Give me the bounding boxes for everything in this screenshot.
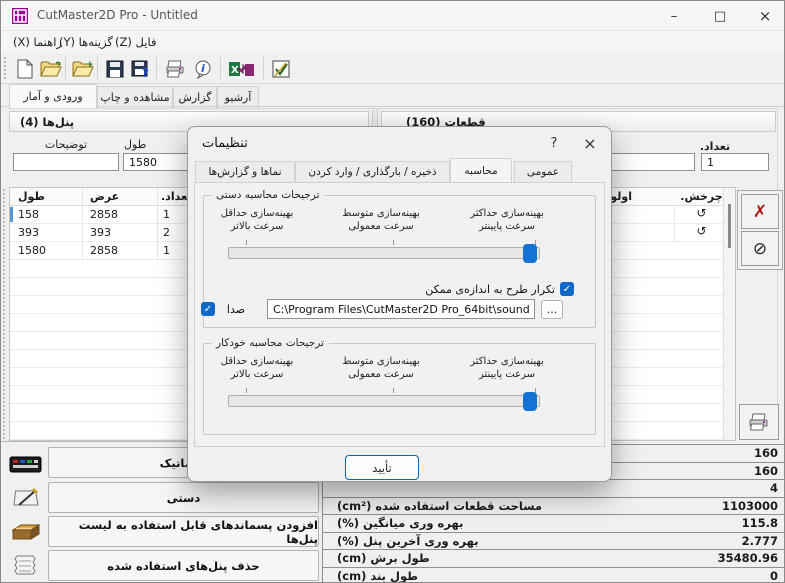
maximize-button[interactable]: □ xyxy=(699,1,741,31)
window-title: CutMaster2D Pro - Untitled xyxy=(37,8,198,22)
manual-group-title: ترجیحات محاسبه دستی xyxy=(211,189,325,201)
about-icon[interactable]: i xyxy=(191,57,215,81)
close-button[interactable]: × xyxy=(744,1,785,31)
tab-archive[interactable]: آرشیو xyxy=(217,86,259,108)
menu-file[interactable]: فایل (Z) xyxy=(109,31,162,53)
rotation-icon: ↺ xyxy=(678,224,725,238)
save-icon[interactable] xyxy=(103,57,127,81)
pieces-actions-box: ✗ ⊘ xyxy=(737,190,783,270)
tab-input-stats[interactable]: ورودی و آمار xyxy=(9,84,97,108)
pieces-scrollbar[interactable] xyxy=(723,188,735,440)
delete-pieces-button[interactable]: ✗ xyxy=(741,194,779,229)
col-rotation: چرخش. xyxy=(678,188,725,203)
print-list-button[interactable] xyxy=(739,404,779,440)
svg-text:i: i xyxy=(201,62,205,75)
dialog-title: تنظیمات xyxy=(202,136,248,151)
slider-label-mid: بهینه‌سازی متوسط سرعت معمولی xyxy=(333,207,429,233)
import-file-icon[interactable]: + xyxy=(71,57,95,81)
used-panels-icon xyxy=(7,550,45,581)
repeat-pattern-label: تکرار طرح به اندازه‌ی ممکن xyxy=(383,283,555,296)
stat-row: بهره وری آخرین پنل (%) 2.777 xyxy=(323,533,785,551)
toolbar: + ? i X xyxy=(1,53,785,84)
svg-text:?: ? xyxy=(142,66,149,79)
panels-title: پنل‌ها (4) xyxy=(10,115,74,129)
description-label: توضیحات xyxy=(13,138,119,151)
count-input[interactable] xyxy=(701,153,769,171)
slider-thumb[interactable] xyxy=(523,244,537,263)
count-label: تعداد. xyxy=(661,140,769,153)
app-icon xyxy=(12,8,28,28)
dialog-tab-save-load-import[interactable]: ذخیره / بارگذاری / وارد کردن xyxy=(295,161,450,182)
slider-label-max: بهینه‌سازی حداکثر سرعت پایینتر xyxy=(457,355,557,381)
dialog-close-button[interactable]: × xyxy=(576,131,604,155)
ok-button[interactable]: تأیید xyxy=(345,455,419,480)
slider-label-max: بهینه‌سازی حداکثر سرعت پایینتر xyxy=(457,207,557,233)
slider-thumb[interactable] xyxy=(523,392,537,411)
browse-sound-button[interactable]: ... xyxy=(541,300,563,319)
stat-row: طول برش (cm) 35480.96 xyxy=(323,550,785,568)
auto-optimization-slider[interactable] xyxy=(228,395,540,407)
col-width: عرض xyxy=(82,188,157,205)
manual-button[interactable]: دستی xyxy=(48,482,319,513)
svg-text:X: X xyxy=(231,65,239,76)
sound-path-input[interactable] xyxy=(267,299,535,319)
description-input[interactable] xyxy=(13,153,119,171)
new-document-icon[interactable] xyxy=(13,57,37,81)
length-label: طول xyxy=(124,138,146,151)
printer-icon xyxy=(748,413,770,431)
stat-row: مساحت قطعات استفاده شده (cm²) 1103000 xyxy=(323,498,785,516)
excel-export-icon[interactable]: X xyxy=(228,57,256,81)
repeat-pattern-checkbox[interactable]: ✓ xyxy=(560,282,574,296)
calculation-tab-page: ترجیحات محاسبه دستی بهینه‌سازی حداقل سرع… xyxy=(194,182,605,447)
app-window: CutMaster2D Pro - Untitled – □ × راهنما … xyxy=(0,0,785,583)
minimize-button[interactable]: – xyxy=(653,1,695,31)
save-help-icon[interactable]: ? xyxy=(129,57,153,81)
print-icon[interactable] xyxy=(163,57,187,81)
row-selection-marker xyxy=(10,207,13,222)
manual-optimization-slider[interactable] xyxy=(228,247,540,259)
scrollbar-thumb[interactable] xyxy=(728,204,731,248)
tab-report[interactable]: گزارش xyxy=(173,86,217,108)
dialog-tab-views-reports[interactable]: نماها و گزارش‌ها xyxy=(195,161,295,182)
pen-pad-icon xyxy=(7,482,45,513)
sound-checkbox[interactable]: ✓ xyxy=(201,302,215,316)
verify-sheet-icon[interactable] xyxy=(269,57,293,81)
dialog-tab-calculation[interactable]: محاسبه xyxy=(450,158,512,182)
open-file-icon[interactable] xyxy=(39,57,63,81)
stat-row: 4 xyxy=(323,480,785,498)
sound-label: صدا xyxy=(219,303,253,316)
slider-label-mid: بهینه‌سازی متوسط سرعت معمولی xyxy=(333,355,429,381)
slider-label-min: بهینه‌سازی حداقل سرعت بالاتر xyxy=(209,207,305,233)
title-bar: CutMaster2D Pro - Untitled – □ × xyxy=(1,1,785,31)
svg-text:+: + xyxy=(86,60,94,70)
dialog-tab-general[interactable]: عمومی xyxy=(514,161,572,182)
slider-label-min: بهینه‌سازی حداقل سرعت بالاتر xyxy=(209,355,305,381)
stat-row: بهره وری میانگین (%) 115.8 xyxy=(323,515,785,533)
settings-dialog: تنظیمات ? × نماها و گزارش‌ها ذخیره / بار… xyxy=(187,126,612,482)
rotation-icon: ↺ xyxy=(678,206,725,220)
toolbar-grip[interactable] xyxy=(4,57,7,79)
no-rotation-button[interactable]: ⊘ xyxy=(741,231,779,266)
dialog-help-button[interactable]: ? xyxy=(540,131,568,155)
stat-row: طول بند (cm) 0 xyxy=(323,568,785,583)
remnants-icon xyxy=(7,516,45,547)
menu-bar: راهنما (X) گزینه‌ها (Y) فایل (Z) xyxy=(1,31,785,53)
add-remnants-button[interactable]: افزودن پسماندهای قابل استفاده به لیست پن… xyxy=(48,516,319,547)
auto-group-title: ترجیحات محاسبه خودکار xyxy=(211,337,329,349)
tab-view-print[interactable]: مشاهده و چاپ xyxy=(97,86,173,108)
col-length: طول xyxy=(10,188,82,205)
remove-used-panels-button[interactable]: حذف پنل‌های استفاده شده xyxy=(48,550,319,581)
keyboard-icon xyxy=(7,447,45,478)
